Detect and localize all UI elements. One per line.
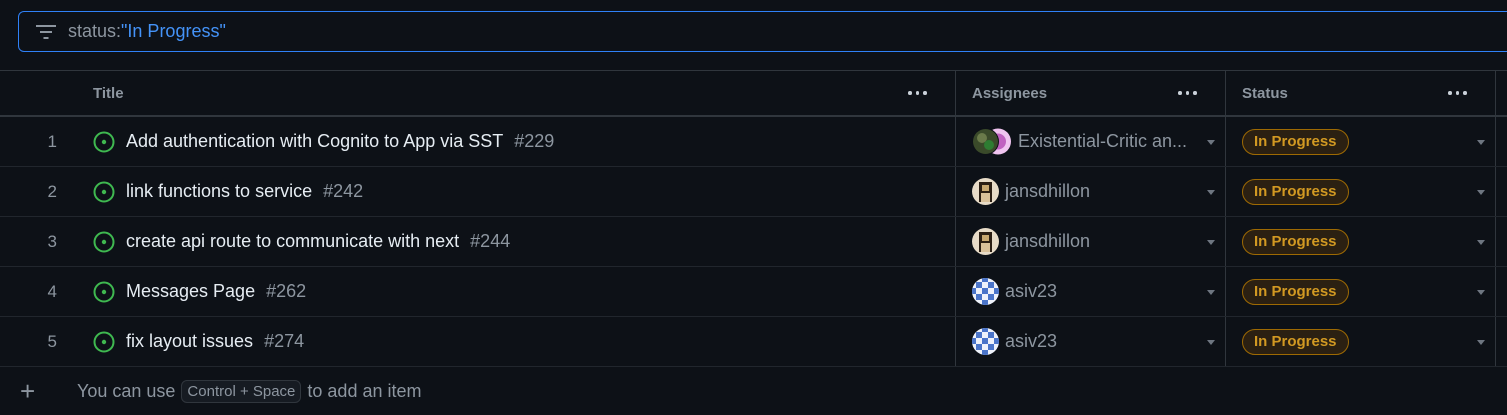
issue-number: #244 xyxy=(470,231,511,251)
add-item-hint: You can use Control + Space to add an it… xyxy=(77,379,422,403)
assignees-cell[interactable]: Existential-Critic an... xyxy=(955,117,1225,166)
table-row[interactable]: 5 fix layout issues #274 asiv23 In Progr… xyxy=(0,317,1507,367)
chevron-down-icon[interactable] xyxy=(1477,289,1485,295)
chevron-down-icon[interactable] xyxy=(1207,189,1215,195)
status-cell[interactable]: In Progress xyxy=(1225,267,1495,316)
status-cell[interactable]: In Progress xyxy=(1225,167,1495,216)
row-number: 4 xyxy=(47,281,57,301)
issue-title-link[interactable]: fix layout issues xyxy=(126,331,253,352)
status-badge: In Progress xyxy=(1242,178,1349,205)
issue-number: #229 xyxy=(514,131,555,151)
row-end xyxy=(1495,217,1507,266)
filter-icon xyxy=(36,22,56,42)
open-issue-icon xyxy=(93,281,115,302)
project-table: Title Assignees Status 1 Add authenticat… xyxy=(0,70,1507,415)
issue-title-link[interactable]: link functions to service xyxy=(126,181,312,202)
issue-number: #262 xyxy=(266,281,307,301)
assignee-name: asiv23 xyxy=(1005,331,1058,351)
issue-number: #242 xyxy=(323,181,364,201)
filter-key: status: xyxy=(68,21,122,41)
row-end xyxy=(1495,117,1507,166)
column-status-label: Status xyxy=(1242,84,1288,102)
avatar xyxy=(972,228,999,255)
status-column-menu-icon[interactable] xyxy=(1448,91,1467,95)
open-issue-icon xyxy=(93,231,115,252)
assignee-name: Existential-Critic an... xyxy=(1018,131,1188,151)
row-title-cell[interactable]: Messages Page #262 xyxy=(93,267,953,316)
keyboard-shortcut: Control + Space xyxy=(181,379,302,403)
row-number: 2 xyxy=(47,181,57,201)
chevron-down-icon[interactable] xyxy=(1477,189,1485,195)
status-cell[interactable]: In Progress xyxy=(1225,117,1495,166)
row-title-cell[interactable]: link functions to service #242 xyxy=(93,167,953,216)
row-number: 1 xyxy=(47,131,57,151)
assignees-cell[interactable]: asiv23 xyxy=(955,267,1225,316)
row-title-cell[interactable]: fix layout issues #274 xyxy=(93,317,953,366)
filter-query: status:"In Progress" xyxy=(68,21,226,42)
assignee-name: jansdhillon xyxy=(1005,231,1091,251)
avatar xyxy=(972,178,999,205)
avatar xyxy=(972,278,999,305)
row-title-cell[interactable]: create api route to communicate with nex… xyxy=(93,217,953,266)
table-row[interactable]: 1 Add authentication with Cognito to App… xyxy=(0,117,1507,167)
filter-value: "In Progress" xyxy=(121,21,226,41)
chevron-down-icon[interactable] xyxy=(1477,139,1485,145)
avatar xyxy=(972,328,999,355)
assignees-column-menu-icon[interactable] xyxy=(1178,91,1197,95)
plus-icon[interactable]: + xyxy=(20,378,35,404)
open-issue-icon xyxy=(93,181,115,202)
issue-title-link[interactable]: Add authentication with Cognito to App v… xyxy=(126,131,503,152)
chevron-down-icon[interactable] xyxy=(1477,339,1485,345)
add-item-prefix: You can use xyxy=(77,380,176,401)
table-row[interactable]: 4 Messages Page #262 asiv23 In Progress xyxy=(0,267,1507,317)
assignees-cell[interactable]: jansdhillon xyxy=(955,217,1225,266)
chevron-down-icon[interactable] xyxy=(1477,239,1485,245)
status-badge: In Progress xyxy=(1242,328,1349,355)
table-row[interactable]: 3 create api route to communicate with n… xyxy=(0,217,1507,267)
title-column-menu-icon[interactable] xyxy=(908,91,927,95)
filter-input[interactable]: status:"In Progress" xyxy=(18,11,1507,52)
status-badge: In Progress xyxy=(1242,128,1349,155)
chevron-down-icon[interactable] xyxy=(1207,139,1215,145)
row-end xyxy=(1495,267,1507,316)
add-item-row[interactable]: + You can use Control + Space to add an … xyxy=(0,367,1507,415)
column-header-end xyxy=(1495,71,1507,115)
open-issue-icon xyxy=(93,331,115,352)
column-title-label: Title xyxy=(93,84,124,102)
status-cell[interactable]: In Progress xyxy=(1225,217,1495,266)
row-title-cell[interactable]: Add authentication with Cognito to App v… xyxy=(93,117,953,166)
issue-title-link[interactable]: create api route to communicate with nex… xyxy=(126,231,459,252)
assignee-name: asiv23 xyxy=(1005,281,1058,301)
column-assignees-label: Assignees xyxy=(972,84,1048,102)
chevron-down-icon[interactable] xyxy=(1207,239,1215,245)
assignee-name: jansdhillon xyxy=(1005,181,1091,201)
assignees-cell[interactable]: jansdhillon xyxy=(955,167,1225,216)
table-row[interactable]: 2 link functions to service #242 jansdhi… xyxy=(0,167,1507,217)
issue-number: #274 xyxy=(264,331,305,351)
status-cell[interactable]: In Progress xyxy=(1225,317,1495,366)
row-end xyxy=(1495,167,1507,216)
table-header: Title Assignees Status xyxy=(0,71,1507,117)
add-item-suffix: to add an item xyxy=(307,380,422,401)
column-header-title[interactable]: Title xyxy=(93,71,124,115)
row-number: 5 xyxy=(47,331,57,351)
issue-title-link[interactable]: Messages Page xyxy=(126,281,255,302)
row-end xyxy=(1495,317,1507,366)
avatar-group xyxy=(972,128,1012,155)
assignees-cell[interactable]: asiv23 xyxy=(955,317,1225,366)
chevron-down-icon[interactable] xyxy=(1207,289,1215,295)
status-badge: In Progress xyxy=(1242,228,1349,255)
open-issue-icon xyxy=(93,131,115,152)
status-badge: In Progress xyxy=(1242,278,1349,305)
chevron-down-icon[interactable] xyxy=(1207,339,1215,345)
row-number: 3 xyxy=(47,231,57,251)
